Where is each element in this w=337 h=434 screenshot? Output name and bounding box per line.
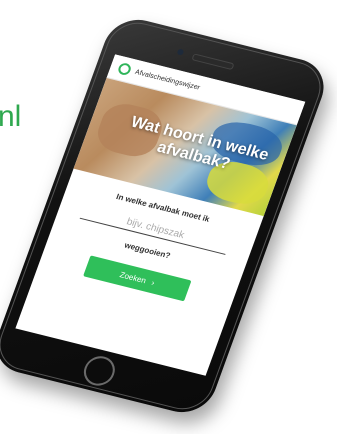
phone-screen: Afvalscheidingswijzer Wat hoort in welke… [15, 54, 306, 376]
hero-title: Wat hoort in welke afvalbak? [128, 113, 271, 173]
phone-body: Afvalscheidingswijzer Wat hoort in welke… [0, 13, 333, 419]
phone-mockup: Afvalscheidingswijzer Wat hoort in welke… [0, 0, 337, 434]
search-button-label: Zoeken [118, 269, 148, 285]
chevron-right-icon: › [150, 277, 156, 287]
app-logo-icon[interactable] [116, 61, 133, 77]
